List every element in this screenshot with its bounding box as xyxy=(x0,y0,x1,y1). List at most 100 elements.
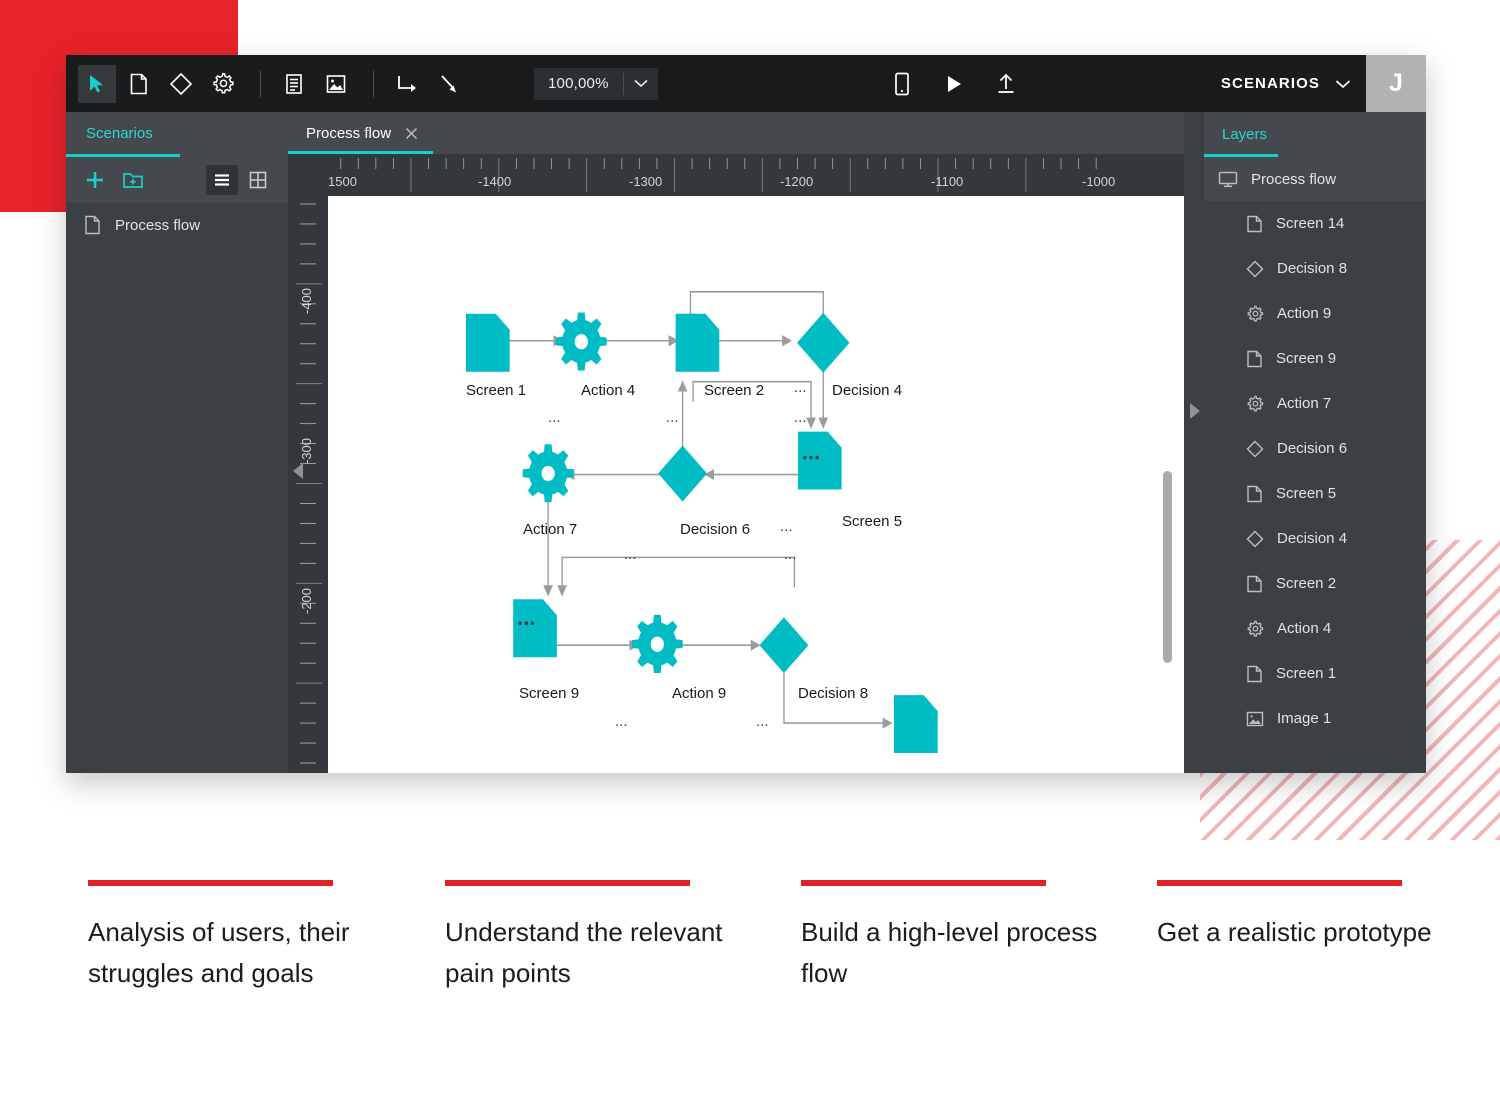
zoom-value[interactable]: 100,00% xyxy=(534,75,623,92)
node-screen14[interactable] xyxy=(894,695,938,754)
select-tool[interactable] xyxy=(78,64,116,103)
node-label-screen2: Screen 2 xyxy=(704,382,765,399)
feature-item: Understand the relevant pain points xyxy=(445,880,745,994)
tab-process-flow[interactable]: Process flow xyxy=(288,112,434,154)
layer-root-process-flow[interactable]: Process flow xyxy=(1204,157,1426,201)
grid-view-button[interactable] xyxy=(242,165,274,195)
layer-row[interactable]: Screen 2 xyxy=(1204,561,1426,606)
feature-text: Analysis of users, their struggles and g… xyxy=(88,917,350,989)
app-window: 100,00% SCENARIOS J Scenarios Process fl… xyxy=(66,55,1426,773)
layer-row[interactable]: Action 7 xyxy=(1204,381,1426,426)
ruler-label-v: -200 xyxy=(299,587,314,614)
play-button[interactable] xyxy=(935,65,973,103)
node-decision8[interactable] xyxy=(759,617,809,674)
layer-row-label: Decision 6 xyxy=(1277,440,1348,457)
image-tool[interactable] xyxy=(317,65,355,103)
screen-icon xyxy=(1246,575,1263,593)
node-screen5[interactable] xyxy=(797,431,842,490)
collapse-left-button[interactable] xyxy=(292,462,304,485)
cursor-arrow-icon xyxy=(90,74,103,92)
layer-row-label: Action 4 xyxy=(1277,620,1332,637)
connector-tool[interactable] xyxy=(388,65,426,103)
layer-row-label: Screen 5 xyxy=(1276,485,1337,502)
zoom-dropdown-button[interactable] xyxy=(624,79,658,88)
project-selector-label[interactable]: SCENARIOS xyxy=(1221,75,1320,92)
screen-icon xyxy=(1246,350,1263,368)
list-item[interactable]: Process flow xyxy=(66,203,288,247)
screen-tool[interactable] xyxy=(120,65,158,103)
node-decision6[interactable] xyxy=(658,445,708,502)
node-action4[interactable] xyxy=(555,312,607,371)
node-action9[interactable] xyxy=(631,614,683,673)
right-collapse-strip xyxy=(1184,112,1204,773)
list-view-button[interactable] xyxy=(206,164,238,195)
node-label-screen9: Screen 9 xyxy=(519,685,580,702)
layer-row[interactable]: Screen 5 xyxy=(1204,471,1426,516)
layer-row[interactable]: Screen 14 xyxy=(1204,201,1426,246)
node-decision4[interactable] xyxy=(797,312,850,373)
play-icon xyxy=(947,75,961,92)
node-screen9[interactable] xyxy=(513,599,557,658)
horizontal-ruler: 1500 -1400 -1300 -1200 -1100 -1000 xyxy=(288,154,1184,196)
ruler-label-h: -1200 xyxy=(780,174,814,189)
decision-tool[interactable] xyxy=(162,65,200,103)
layer-row[interactable]: Action 9 xyxy=(1204,291,1426,336)
tab-scenarios[interactable]: Scenarios xyxy=(66,112,153,142)
edge-dots: ... xyxy=(794,409,807,426)
node-screen2[interactable] xyxy=(675,313,720,372)
monitor-icon xyxy=(1218,171,1238,188)
toolbar: 100,00% SCENARIOS J xyxy=(66,55,1426,112)
diagonal-arrow-icon xyxy=(441,74,456,92)
mobile-icon xyxy=(894,72,909,95)
layer-row[interactable]: Decision 4 xyxy=(1204,516,1426,561)
upload-icon xyxy=(998,73,1014,93)
note-tool[interactable] xyxy=(275,65,313,103)
feature-item: Build a high-level process flow xyxy=(801,880,1101,994)
line-tool[interactable] xyxy=(430,65,468,103)
layer-row-label: Decision 8 xyxy=(1277,260,1348,277)
layers-tabbar: Layers xyxy=(1204,112,1426,157)
project-selector-dropdown[interactable] xyxy=(1320,79,1366,89)
layer-row[interactable]: Screen 9 xyxy=(1204,336,1426,381)
zoom-control[interactable]: 100,00% xyxy=(534,67,658,100)
grid-view-icon xyxy=(249,171,267,188)
close-icon[interactable] xyxy=(405,127,418,140)
ruler-label-h: -1400 xyxy=(478,174,512,189)
gear-icon xyxy=(1246,620,1264,638)
layer-row[interactable]: Image 1 xyxy=(1204,696,1426,741)
feature-text: Understand the relevant pain points xyxy=(445,917,723,989)
layer-row[interactable]: Decision 8 xyxy=(1204,246,1426,291)
action-tool[interactable] xyxy=(204,65,242,103)
feature-text: Build a high-level process flow xyxy=(801,917,1098,989)
node-label-decision8: Decision 8 xyxy=(798,685,869,702)
layer-row-label: Action 9 xyxy=(1277,305,1332,322)
layer-row[interactable]: Decision 6 xyxy=(1204,426,1426,471)
gear-icon xyxy=(1246,395,1264,413)
chevron-down-icon xyxy=(634,79,648,88)
add-scenario-button[interactable] xyxy=(80,165,110,195)
feature-item: Get a realistic prototype xyxy=(1157,880,1457,953)
canvas-surface[interactable]: Screen 1 Action 4 Screen 2 Decision 4 Sc… xyxy=(328,196,1184,773)
layers-panel: Layers Process flow Screen 14 Decision 8 A… xyxy=(1204,112,1426,773)
node-screen1[interactable] xyxy=(466,313,510,372)
tab-layers[interactable]: Layers xyxy=(1204,112,1267,143)
avatar[interactable]: J xyxy=(1366,55,1426,112)
image-icon xyxy=(1246,711,1264,727)
device-preview-button[interactable] xyxy=(883,65,921,103)
screen-icon xyxy=(130,73,147,94)
ruler-label-h: -1000 xyxy=(1082,174,1116,189)
node-action7[interactable] xyxy=(522,444,574,503)
tab-label: Process flow xyxy=(306,124,392,142)
edge-dots: ... xyxy=(784,546,797,563)
layer-row[interactable]: Action 4 xyxy=(1204,606,1426,651)
feature-accent-bar xyxy=(445,880,690,886)
add-folder-button[interactable] xyxy=(118,165,148,195)
share-button[interactable] xyxy=(987,65,1025,103)
canvas-vertical-scrollbar[interactable] xyxy=(1163,471,1172,663)
list-item-label: Process flow xyxy=(115,216,201,234)
node-label-action4: Action 4 xyxy=(581,382,636,399)
diamond-icon xyxy=(1246,260,1264,278)
layer-row[interactable]: Screen 1 xyxy=(1204,651,1426,696)
collapse-right-button[interactable] xyxy=(1189,402,1201,425)
layer-row-label: Decision 4 xyxy=(1277,530,1348,547)
